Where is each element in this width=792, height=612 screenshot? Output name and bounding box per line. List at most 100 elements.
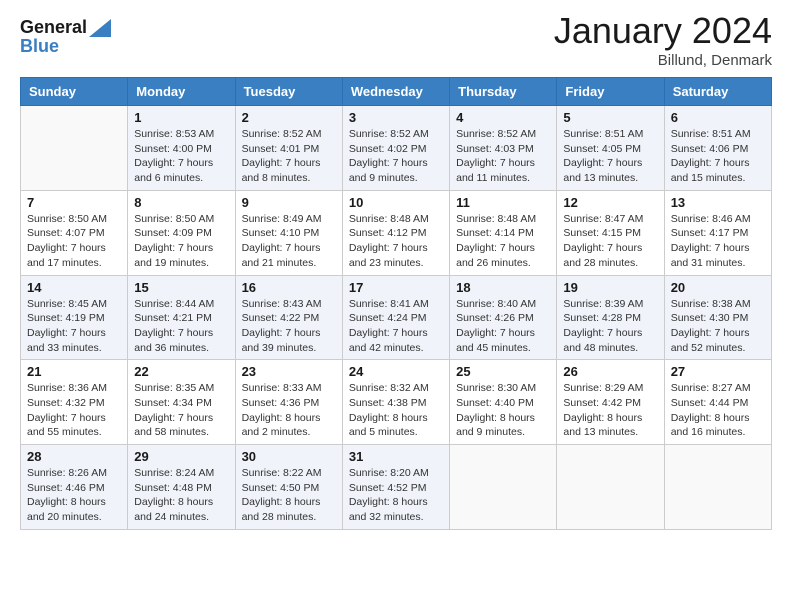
day-info: Sunrise: 8:50 AM Sunset: 4:07 PM Dayligh… [27,212,121,271]
day-info: Sunrise: 8:51 AM Sunset: 4:05 PM Dayligh… [563,127,657,186]
weekday-header-thursday: Thursday [450,78,557,106]
day-info: Sunrise: 8:50 AM Sunset: 4:09 PM Dayligh… [134,212,228,271]
day-info: Sunrise: 8:47 AM Sunset: 4:15 PM Dayligh… [563,212,657,271]
day-info: Sunrise: 8:41 AM Sunset: 4:24 PM Dayligh… [349,297,443,356]
day-info: Sunrise: 8:48 AM Sunset: 4:14 PM Dayligh… [456,212,550,271]
day-info: Sunrise: 8:22 AM Sunset: 4:50 PM Dayligh… [242,466,336,525]
calendar-cell: 14 Sunrise: 8:45 AM Sunset: 4:19 PM Dayli… [21,275,128,360]
day-number: 26 [563,364,657,379]
day-info: Sunrise: 8:48 AM Sunset: 4:12 PM Dayligh… [349,212,443,271]
logo-blue: Blue [20,36,111,57]
day-info: Sunrise: 8:52 AM Sunset: 4:03 PM Dayligh… [456,127,550,186]
calendar-cell: 29 Sunrise: 8:24 AM Sunset: 4:48 PM Dayli… [128,445,235,530]
month-title: January 2024 [554,10,772,52]
calendar-cell: 6 Sunrise: 8:51 AM Sunset: 4:06 PM Daylig… [664,106,771,191]
calendar-cell: 9 Sunrise: 8:49 AM Sunset: 4:10 PM Daylig… [235,190,342,275]
calendar-week-1: 1 Sunrise: 8:53 AM Sunset: 4:00 PM Daylig… [21,106,772,191]
day-info: Sunrise: 8:32 AM Sunset: 4:38 PM Dayligh… [349,381,443,440]
day-info: Sunrise: 8:53 AM Sunset: 4:00 PM Dayligh… [134,127,228,186]
calendar-week-5: 28 Sunrise: 8:26 AM Sunset: 4:46 PM Dayli… [21,445,772,530]
day-number: 13 [671,195,765,210]
day-number: 20 [671,280,765,295]
calendar-cell: 23Sunrise: 8:33 AM Sunset: 4:36 PM Dayli… [235,360,342,445]
day-number: 17 [349,280,443,295]
calendar-cell: 27 Sunrise: 8:27 AM Sunset: 4:44 PM Dayli… [664,360,771,445]
day-number: 24 [349,364,443,379]
calendar-cell: 4 Sunrise: 8:52 AM Sunset: 4:03 PM Daylig… [450,106,557,191]
day-info: Sunrise: 8:49 AM Sunset: 4:10 PM Dayligh… [242,212,336,271]
day-info: Sunrise: 8:45 AM Sunset: 4:19 PM Dayligh… [27,297,121,356]
calendar-cell: 20 Sunrise: 8:38 AM Sunset: 4:30 PM Dayli… [664,275,771,360]
day-number: 11 [456,195,550,210]
day-number: 7 [27,195,121,210]
calendar-cell: 18Sunrise: 8:40 AM Sunset: 4:26 PM Dayli… [450,275,557,360]
day-number: 8 [134,195,228,210]
day-number: 16 [242,280,336,295]
calendar-week-4: 21 Sunrise: 8:36 AM Sunset: 4:32 PM Dayli… [21,360,772,445]
day-number: 30 [242,449,336,464]
day-info: Sunrise: 8:51 AM Sunset: 4:06 PM Dayligh… [671,127,765,186]
day-number: 31 [349,449,443,464]
calendar-cell: 2 Sunrise: 8:52 AM Sunset: 4:01 PM Daylig… [235,106,342,191]
day-number: 27 [671,364,765,379]
day-number: 29 [134,449,228,464]
day-number: 25 [456,364,550,379]
day-number: 1 [134,110,228,125]
day-info: Sunrise: 8:29 AM Sunset: 4:42 PM Dayligh… [563,381,657,440]
title-area: January 2024 Billund, Denmark [554,10,772,69]
calendar-cell [21,106,128,191]
day-number: 2 [242,110,336,125]
day-info: Sunrise: 8:38 AM Sunset: 4:30 PM Dayligh… [671,297,765,356]
day-number: 4 [456,110,550,125]
day-number: 12 [563,195,657,210]
calendar-cell [557,445,664,530]
day-info: Sunrise: 8:46 AM Sunset: 4:17 PM Dayligh… [671,212,765,271]
calendar-cell: 11 Sunrise: 8:48 AM Sunset: 4:14 PM Dayli… [450,190,557,275]
calendar-cell [664,445,771,530]
calendar-cell: 5 Sunrise: 8:51 AM Sunset: 4:05 PM Daylig… [557,106,664,191]
day-number: 15 [134,280,228,295]
weekday-header-sunday: Sunday [21,78,128,106]
calendar-cell: 16Sunrise: 8:43 AM Sunset: 4:22 PM Dayli… [235,275,342,360]
calendar-cell: 8 Sunrise: 8:50 AM Sunset: 4:09 PM Daylig… [128,190,235,275]
calendar-cell: 31 Sunrise: 8:20 AM Sunset: 4:52 PM Dayli… [342,445,449,530]
day-info: Sunrise: 8:24 AM Sunset: 4:48 PM Dayligh… [134,466,228,525]
calendar-cell: 22 Sunrise: 8:35 AM Sunset: 4:34 PM Dayli… [128,360,235,445]
day-info: Sunrise: 8:35 AM Sunset: 4:34 PM Dayligh… [134,381,228,440]
calendar-table: SundayMondayTuesdayWednesdayThursdayFrid… [20,77,772,530]
location-subtitle: Billund, Denmark [554,52,772,69]
logo-text: General [20,18,111,38]
logo: General Blue [20,18,111,57]
day-info: Sunrise: 8:30 AM Sunset: 4:40 PM Dayligh… [456,381,550,440]
calendar-cell [450,445,557,530]
day-number: 22 [134,364,228,379]
day-number: 6 [671,110,765,125]
calendar-cell: 15Sunrise: 8:44 AM Sunset: 4:21 PM Dayli… [128,275,235,360]
calendar-cell: 12 Sunrise: 8:47 AM Sunset: 4:15 PM Dayli… [557,190,664,275]
weekday-header-tuesday: Tuesday [235,78,342,106]
calendar-cell: 13 Sunrise: 8:46 AM Sunset: 4:17 PM Dayli… [664,190,771,275]
day-info: Sunrise: 8:33 AM Sunset: 4:36 PM Dayligh… [242,381,336,440]
day-info: Sunrise: 8:27 AM Sunset: 4:44 PM Dayligh… [671,381,765,440]
calendar-cell: 1 Sunrise: 8:53 AM Sunset: 4:00 PM Daylig… [128,106,235,191]
day-info: Sunrise: 8:40 AM Sunset: 4:26 PM Dayligh… [456,297,550,356]
day-number: 5 [563,110,657,125]
day-number: 10 [349,195,443,210]
day-number: 3 [349,110,443,125]
day-info: Sunrise: 8:36 AM Sunset: 4:32 PM Dayligh… [27,381,121,440]
weekday-header-monday: Monday [128,78,235,106]
day-info: Sunrise: 8:26 AM Sunset: 4:46 PM Dayligh… [27,466,121,525]
day-info: Sunrise: 8:20 AM Sunset: 4:52 PM Dayligh… [349,466,443,525]
day-number: 21 [27,364,121,379]
day-number: 14 [27,280,121,295]
calendar-cell: 26 Sunrise: 8:29 AM Sunset: 4:42 PM Dayli… [557,360,664,445]
weekday-header-saturday: Saturday [664,78,771,106]
day-info: Sunrise: 8:52 AM Sunset: 4:01 PM Dayligh… [242,127,336,186]
calendar-cell: 10 Sunrise: 8:48 AM Sunset: 4:12 PM Dayli… [342,190,449,275]
day-info: Sunrise: 8:52 AM Sunset: 4:02 PM Dayligh… [349,127,443,186]
calendar-cell: 30 Sunrise: 8:22 AM Sunset: 4:50 PM Dayli… [235,445,342,530]
calendar-cell: 17 Sunrise: 8:41 AM Sunset: 4:24 PM Dayli… [342,275,449,360]
day-number: 9 [242,195,336,210]
day-number: 28 [27,449,121,464]
header: General Blue January 2024 Billund, Denma… [20,10,772,69]
